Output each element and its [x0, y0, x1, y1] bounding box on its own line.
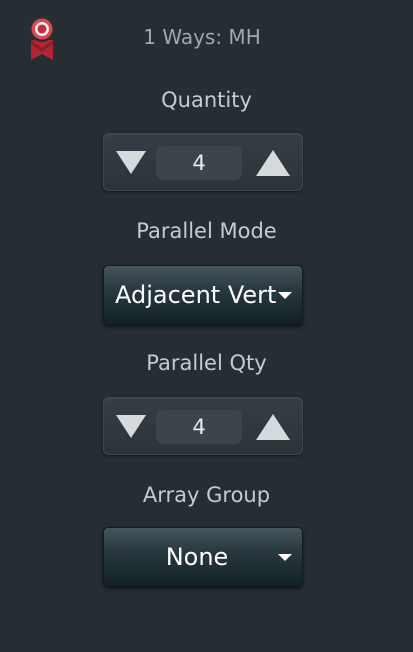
quantity-value[interactable]: 4: [156, 146, 242, 180]
award-ribbon-icon: [27, 14, 57, 62]
quantity-label: Quantity: [161, 88, 252, 112]
quantity-increment-button[interactable]: [252, 134, 302, 190]
parallel-qty-increment-button[interactable]: [252, 398, 302, 454]
panel-title: 1 Ways: MH: [143, 25, 261, 49]
parallel-mode-dropdown[interactable]: Adjacent Vert: [103, 265, 303, 325]
parallel-mode-label: Parallel Mode: [136, 219, 277, 243]
triangle-up-icon: [256, 150, 290, 176]
array-group-dropdown[interactable]: None: [103, 527, 303, 587]
quantity-decrement-button[interactable]: [104, 134, 154, 190]
triangle-up-icon: [256, 414, 290, 440]
array-group-selected: None: [165, 543, 229, 571]
triangle-down-icon: [116, 415, 146, 438]
parallel-qty-stepper[interactable]: 4: [103, 397, 303, 455]
parallel-qty-label: Parallel Qty: [146, 351, 267, 375]
quantity-stepper[interactable]: 4: [103, 133, 303, 191]
parallel-qty-value[interactable]: 4: [156, 410, 242, 444]
triangle-down-icon: [116, 151, 146, 174]
parallel-mode-selected: Adjacent Vert: [115, 281, 277, 309]
chevron-down-icon: [278, 292, 292, 299]
array-group-label: Array Group: [142, 483, 271, 507]
parallel-qty-decrement-button[interactable]: [104, 398, 154, 454]
chevron-down-icon: [278, 554, 292, 561]
